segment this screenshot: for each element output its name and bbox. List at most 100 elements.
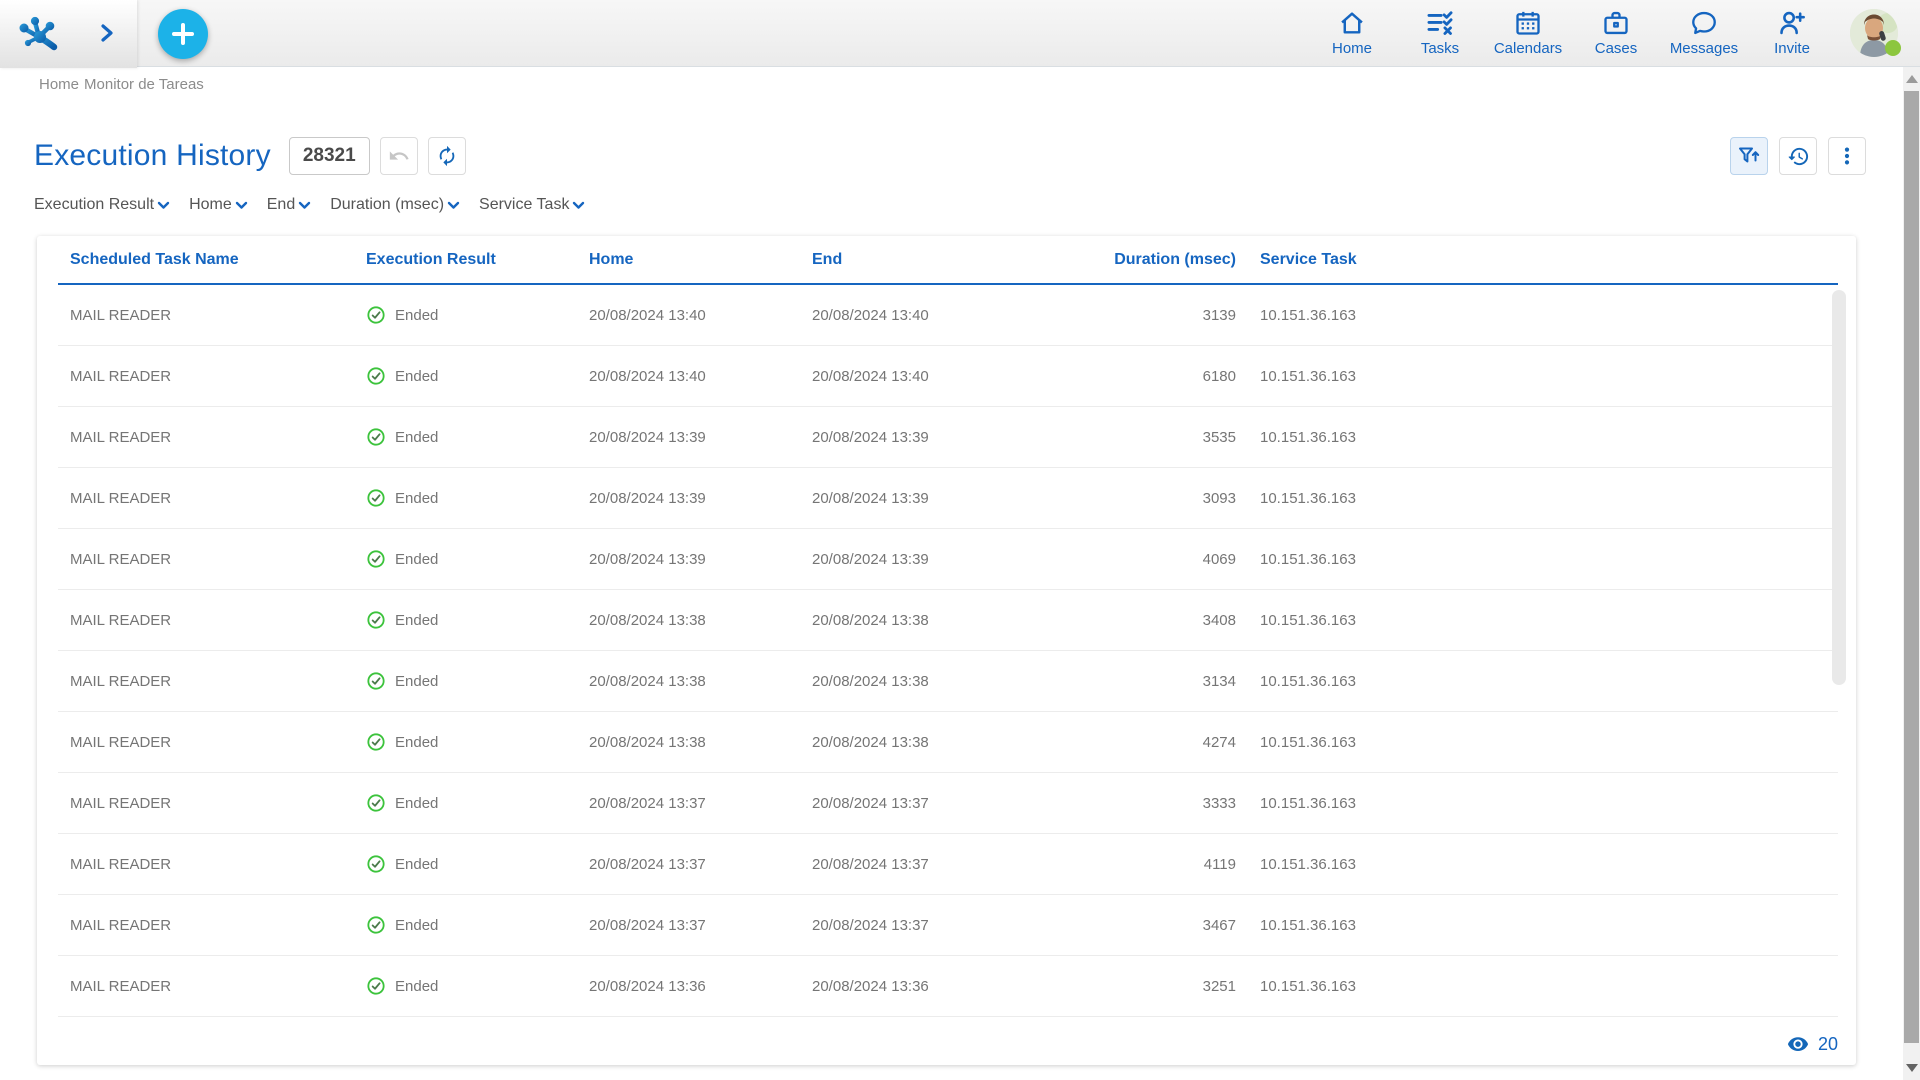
cell-duration: 3408 [1018,612,1248,629]
refresh-button[interactable] [428,137,466,175]
nav-item-home[interactable]: Home [1320,9,1384,57]
check-circle-icon [366,305,386,325]
create-new-button[interactable] [158,9,208,59]
page-scrollbar[interactable] [1903,67,1920,1080]
cell-duration: 3139 [1018,307,1248,324]
scroll-up-arrow-icon[interactable] [1906,75,1918,83]
cell-end: 20/08/2024 13:36 [800,978,1018,995]
table-row[interactable]: MAIL READER Ended 20/08/2024 13:39 20/08… [58,407,1838,468]
cell-scheduled-task-name: MAIL READER [58,368,354,385]
main-nav: Home Tasks Calendars Cases Messages [1320,9,1898,57]
cell-duration: 4274 [1018,734,1248,751]
expand-sidebar-button[interactable] [96,22,118,44]
cell-end: 20/08/2024 13:37 [800,856,1018,873]
check-circle-icon [366,915,386,935]
cell-end: 20/08/2024 13:38 [800,673,1018,690]
cell-duration: 3093 [1018,490,1248,507]
title-row: Execution History 28321 [34,131,1866,181]
table-row[interactable]: MAIL READER Ended 20/08/2024 13:39 20/08… [58,529,1838,590]
cell-service-task: 10.151.36.163 [1248,612,1838,629]
breadcrumb-home[interactable]: Home [39,76,79,93]
cell-duration: 4119 [1018,856,1248,873]
scroll-down-arrow-icon[interactable] [1906,1064,1918,1072]
visible-rows-control[interactable]: 20 [1787,1034,1838,1055]
cell-scheduled-task-name: MAIL READER [58,917,354,934]
table-scrollbar-thumb[interactable] [1832,290,1846,685]
person-add-icon [1777,9,1807,37]
filter-duration[interactable]: Duration (msec) [330,196,460,214]
table-row[interactable]: MAIL READER Ended 20/08/2024 13:38 20/08… [58,712,1838,773]
filter-label: Home [189,196,232,214]
user-avatar[interactable] [1850,9,1898,57]
filter-button[interactable] [1730,137,1768,175]
refresh-icon [436,145,458,167]
table-row[interactable]: MAIL READER Ended 20/08/2024 13:40 20/08… [58,285,1838,346]
cell-execution-result: Ended [354,915,577,935]
column-header-service-task[interactable]: Service Task [1248,251,1838,269]
check-circle-icon [366,671,386,691]
check-circle-icon [366,610,386,630]
breadcrumb-monitor-de-tareas[interactable]: Monitor de Tareas [84,76,204,93]
column-header-home[interactable]: Home [577,251,800,269]
table-row[interactable]: MAIL READER Ended 20/08/2024 13:37 20/08… [58,773,1838,834]
cell-execution-result: Ended [354,976,577,996]
more-options-button[interactable] [1828,137,1866,175]
column-header-scheduled-task-name[interactable]: Scheduled Task Name [58,251,354,269]
briefcase-icon [1601,9,1631,37]
table-row[interactable]: MAIL READER Ended 20/08/2024 13:40 20/08… [58,346,1838,407]
cell-service-task: 10.151.36.163 [1248,673,1838,690]
cell-home: 20/08/2024 13:37 [577,856,800,873]
page-title: Execution History [34,139,271,173]
nav-label: Tasks [1421,40,1459,57]
cell-duration: 3251 [1018,978,1248,995]
bizagi-frog-logo-icon [16,14,62,54]
filter-end[interactable]: End [267,196,311,214]
check-circle-icon [366,366,386,386]
table-row[interactable]: MAIL READER Ended 20/08/2024 13:38 20/08… [58,590,1838,651]
column-header-duration[interactable]: Duration (msec) [1018,251,1248,269]
result-label: Ended [395,673,438,690]
column-header-end[interactable]: End [800,251,1018,269]
filter-execution-result[interactable]: Execution Result [34,196,170,214]
cell-home: 20/08/2024 13:36 [577,978,800,995]
nav-label: Calendars [1494,40,1562,57]
check-circle-icon [366,427,386,447]
table-row[interactable]: MAIL READER Ended 20/08/2024 13:37 20/08… [58,895,1838,956]
result-label: Ended [395,978,438,995]
cell-home: 20/08/2024 13:39 [577,490,800,507]
cell-home: 20/08/2024 13:37 [577,917,800,934]
page-scrollbar-thumb[interactable] [1904,91,1919,1043]
cell-execution-result: Ended [354,610,577,630]
result-label: Ended [395,612,438,629]
filter-service-task[interactable]: Service Task [479,196,585,214]
kebab-menu-icon [1836,145,1858,167]
table-row[interactable]: MAIL READER Ended 20/08/2024 13:37 20/08… [58,834,1838,895]
nav-label: Invite [1774,40,1810,57]
nav-item-messages[interactable]: Messages [1672,9,1736,57]
execution-history-table: Scheduled Task Name Execution Result Hom… [58,236,1838,1017]
filter-label: Execution Result [34,196,154,214]
result-label: Ended [395,368,438,385]
nav-item-calendars[interactable]: Calendars [1496,9,1560,57]
cell-home: 20/08/2024 13:39 [577,429,800,446]
cell-duration: 3134 [1018,673,1248,690]
history-button[interactable] [1779,137,1817,175]
table-row[interactable]: MAIL READER Ended 20/08/2024 13:39 20/08… [58,468,1838,529]
nav-label: Cases [1595,40,1638,57]
filter-home[interactable]: Home [189,196,248,214]
chevron-down-icon [572,201,585,210]
nav-item-invite[interactable]: Invite [1760,9,1824,57]
result-label: Ended [395,490,438,507]
check-circle-icon [366,732,386,752]
table-row[interactable]: MAIL READER Ended 20/08/2024 13:36 20/08… [58,956,1838,1017]
cell-end: 20/08/2024 13:40 [800,368,1018,385]
nav-item-tasks[interactable]: Tasks [1408,9,1472,57]
table-row[interactable]: MAIL READER Ended 20/08/2024 13:38 20/08… [58,651,1838,712]
nav-label: Home [1332,40,1372,57]
undo-button[interactable] [380,137,418,175]
nav-item-cases[interactable]: Cases [1584,9,1648,57]
column-header-execution-result[interactable]: Execution Result [354,251,577,269]
result-label: Ended [395,795,438,812]
logo-panel [0,0,137,68]
cell-scheduled-task-name: MAIL READER [58,612,354,629]
